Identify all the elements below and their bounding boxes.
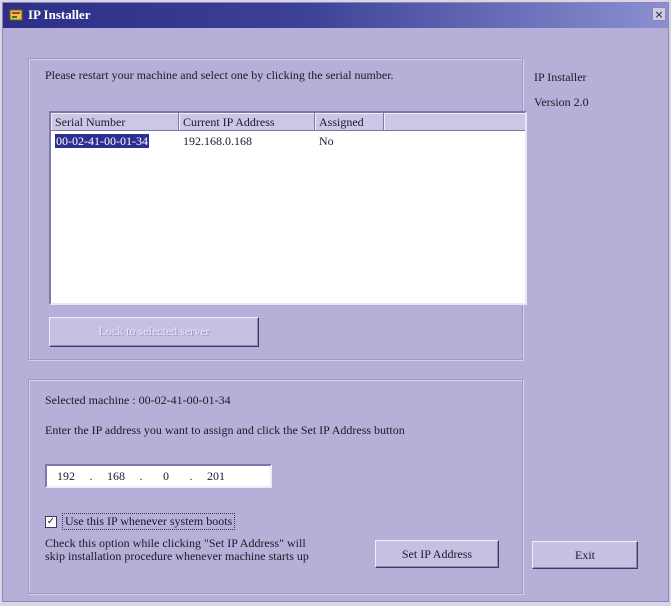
cell-serial[interactable]: 00-02-41-00-01-34 bbox=[51, 133, 179, 149]
column-serial-number[interactable]: Serial Number bbox=[51, 113, 179, 131]
list-item[interactable]: 00-02-41-00-01-34 192.168.0.168 No bbox=[51, 133, 525, 149]
enter-ip-instruction: Enter the IP address you want to assign … bbox=[45, 423, 405, 437]
ip-dot: . bbox=[139, 468, 143, 483]
instruction-text: Please restart your machine and select o… bbox=[45, 68, 394, 82]
exit-button[interactable]: Exit bbox=[532, 541, 638, 569]
set-ip-address-button[interactable]: Set IP Address bbox=[375, 540, 499, 568]
assign-ip-group: Selected machine : 00-02-41-00-01-34 Ent… bbox=[28, 379, 523, 594]
ip-dot: . bbox=[89, 468, 93, 483]
checkbox-help-text: Check this option while clicking "Set IP… bbox=[45, 536, 309, 563]
ip-octet-4[interactable]: 201 bbox=[197, 469, 235, 484]
selected-machine-label: Selected machine : 00-02-41-00-01-34 bbox=[45, 393, 231, 407]
machine-list[interactable]: Serial Number Current IP Address Assigne… bbox=[49, 111, 527, 305]
column-filler bbox=[384, 113, 525, 131]
close-button[interactable]: × bbox=[652, 7, 666, 21]
use-ip-on-boot-checkbox[interactable]: ✓ bbox=[45, 515, 57, 528]
column-current-ip[interactable]: Current IP Address bbox=[179, 113, 315, 131]
use-ip-on-boot-option[interactable]: ✓ Use this IP whenever system boots bbox=[45, 513, 236, 530]
ip-octet-2[interactable]: 168 bbox=[97, 469, 135, 484]
column-assigned[interactable]: Assigned bbox=[315, 113, 384, 131]
ip-address-input[interactable]: 192 . 168 . 0 . 201 bbox=[45, 464, 272, 488]
window-title: IP Installer bbox=[28, 7, 91, 22]
ip-octet-3[interactable]: 0 bbox=[147, 469, 185, 484]
product-version: Version 2.0 bbox=[534, 95, 589, 109]
lock-to-server-button[interactable]: Lock to selected server bbox=[49, 317, 259, 347]
use-ip-on-boot-label[interactable]: Use this IP whenever system boots bbox=[62, 513, 236, 530]
machine-list-group: Please restart your machine and select o… bbox=[28, 58, 527, 360]
list-header: Serial Number Current IP Address Assigne… bbox=[51, 113, 525, 131]
product-name: IP Installer bbox=[534, 70, 587, 84]
app-icon bbox=[9, 9, 23, 21]
cell-assigned: No bbox=[319, 134, 334, 148]
ip-octet-1[interactable]: 192 bbox=[47, 469, 85, 484]
cell-ip: 192.168.0.168 bbox=[183, 134, 252, 148]
app-window: IP Installer × Please restart your machi… bbox=[2, 2, 669, 602]
title-bar[interactable]: IP Installer × bbox=[3, 3, 668, 28]
checkmark-icon: ✓ bbox=[46, 515, 56, 527]
serial-number-text: 00-02-41-00-01-34 bbox=[55, 134, 149, 148]
ip-dot: . bbox=[189, 468, 193, 483]
close-icon: × bbox=[654, 8, 664, 21]
